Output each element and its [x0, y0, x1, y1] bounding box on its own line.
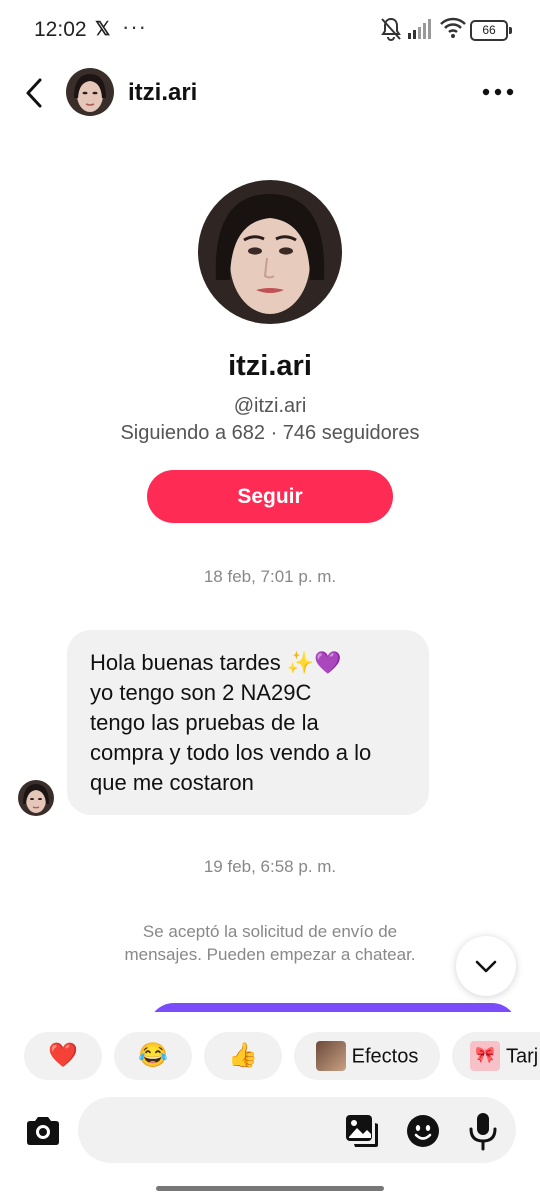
status-more-icon: ···: [122, 14, 147, 39]
effects-label: Efectos: [351, 1045, 419, 1068]
laughing-emoji-icon: 😂: [138, 1042, 168, 1069]
chevron-down-icon: [475, 960, 497, 973]
camera-icon[interactable]: [24, 1112, 62, 1150]
image-icon[interactable]: [344, 1113, 380, 1149]
thumbs-up-reaction-chip[interactable]: 👍: [204, 1032, 282, 1080]
status-time: 12:02: [34, 18, 87, 41]
x-app-icon: 𝕏: [95, 19, 111, 40]
message-line: compra y todo los vendo a lo: [90, 740, 372, 765]
message-line: que me costaron: [90, 770, 254, 795]
signal-icon: [408, 19, 431, 39]
profile-name: itzi.ari: [228, 350, 312, 382]
back-arrow-icon[interactable]: [22, 76, 48, 110]
emoji-icon[interactable]: [405, 1113, 441, 1149]
mic-icon[interactable]: [466, 1111, 500, 1151]
thumbs-up-icon: 👍: [228, 1042, 258, 1069]
follow-button[interactable]: Seguir: [147, 470, 393, 523]
status-bar: 12:02 𝕏 ··· 66: [0, 0, 540, 60]
sender-avatar[interactable]: [18, 780, 54, 816]
message-timestamp: 18 feb, 7:01 p. m.: [203, 567, 337, 586]
message-timestamp: 19 feb, 6:58 p. m.: [203, 857, 337, 876]
battery-icon: 66: [470, 20, 512, 41]
profile-avatar[interactable]: [198, 180, 342, 324]
message-line: yo tengo son 2 NA29C: [90, 680, 312, 705]
quick-reactions-bar: ❤️ 😂 👍 Efectos 🎀 Tarj: [0, 1012, 540, 1100]
cards-label: Tarj: [506, 1045, 539, 1068]
wifi-icon: [440, 17, 466, 38]
message-line: tengo las pruebas de la: [90, 710, 319, 735]
heart-reaction-chip[interactable]: ❤️: [24, 1032, 102, 1080]
header-username[interactable]: itzi.ari: [128, 79, 197, 107]
cards-chip[interactable]: 🎀 Tarj: [452, 1032, 540, 1080]
message-line: Hola buenas tardes ✨💜: [90, 650, 342, 675]
more-dots-icon[interactable]: [482, 86, 514, 98]
header-avatar[interactable]: [66, 68, 114, 116]
profile-stats: Siguiendo a 682 · 746 seguidores: [120, 422, 420, 444]
gift-card-icon: 🎀: [470, 1041, 500, 1072]
message-input[interactable]: [78, 1097, 516, 1163]
received-message-bubble[interactable]: Hola buenas tardes ✨💜 yo tengo son 2 NA2…: [67, 630, 429, 815]
home-indicator: [156, 1186, 384, 1191]
scroll-to-bottom-button[interactable]: [456, 936, 516, 996]
profile-handle: @itzi.ari: [233, 395, 307, 417]
heart-icon: ❤️: [48, 1042, 78, 1069]
effects-chip[interactable]: Efectos: [294, 1032, 440, 1080]
laugh-reaction-chip[interactable]: 😂: [114, 1032, 192, 1080]
effects-thumbnail-icon: [315, 1041, 346, 1072]
bell-off-icon: [381, 17, 401, 41]
